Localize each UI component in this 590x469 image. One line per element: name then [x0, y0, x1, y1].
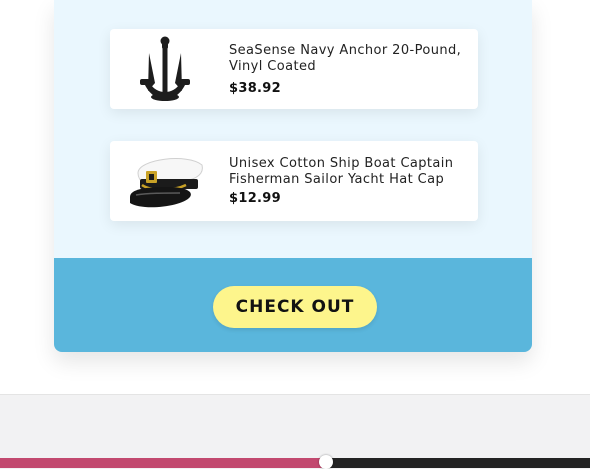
anchor-icon [140, 36, 190, 101]
item-price: $12.99 [229, 191, 281, 206]
checkout-button[interactable]: CHECK OUT [213, 286, 377, 328]
cart-item[interactable]: Unisex Cotton Ship Boat Captain Fisherma… [110, 141, 478, 221]
checkout-footer: CHECK OUT [54, 258, 532, 352]
captain-hat-icon [130, 158, 203, 208]
item-name: SeaSense Navy Anchor 20-Pound, Vinyl Coa… [229, 43, 462, 74]
cart-item[interactable]: SeaSense Navy Anchor 20-Pound, Vinyl Coa… [110, 29, 478, 109]
progress-track[interactable] [0, 455, 590, 469]
item-price: $38.92 [229, 81, 281, 96]
progress-handle[interactable] [319, 455, 334, 469]
progress-fill [0, 458, 327, 468]
cart-panel: SeaSense Navy Anchor 20-Pound, Vinyl Coa… [54, 0, 532, 352]
item-name: Unisex Cotton Ship Boat Captain Fisherma… [229, 156, 454, 187]
